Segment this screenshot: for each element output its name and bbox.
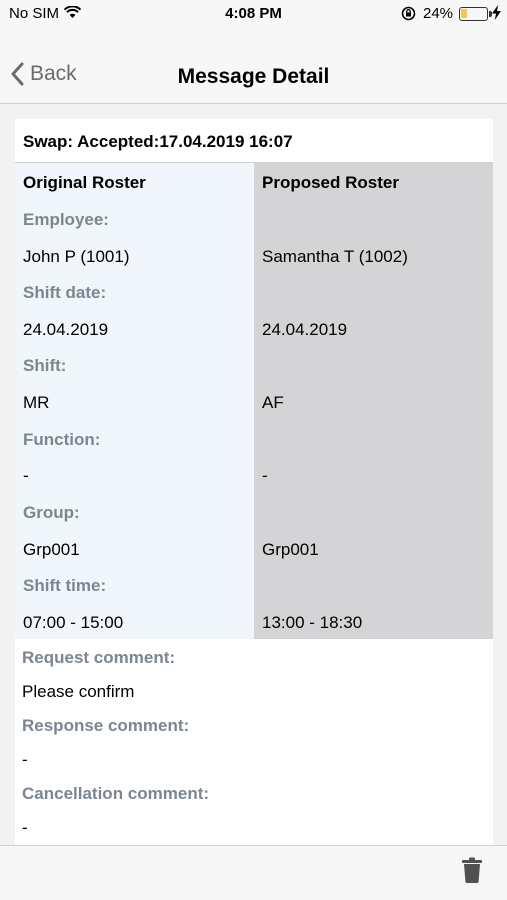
proposed-group-value: Grp001 (262, 540, 319, 559)
battery-icon (459, 7, 492, 21)
cancellation-comment-value: - (22, 818, 28, 837)
proposed-function-value: - (262, 466, 268, 485)
original-shift-value: MR (23, 393, 50, 412)
request-comment-label: Request comment: (22, 648, 176, 667)
proposed-roster-column: Proposed Roster Samantha T (1002) 24.04.… (254, 163, 493, 639)
page-title: Message Detail (177, 65, 330, 88)
original-roster-column: Original Roster Employee: John P (1001) … (15, 163, 254, 639)
navigation-bar: Back Message Detail (0, 28, 507, 104)
original-shift-time-value: 07:00 - 15:00 (23, 613, 124, 632)
request-comment-value: Please confirm (22, 682, 135, 701)
status-bar: No SIM 4:08 PM 24% (0, 0, 507, 28)
battery-percent: 24% (423, 5, 454, 22)
shift-date-label: Shift date: (23, 283, 107, 302)
proposed-roster-heading: Proposed Roster (262, 173, 399, 192)
proposed-shift-time-value: 13:00 - 18:30 (262, 613, 363, 632)
group-label: Group: (23, 503, 80, 522)
proposed-employee-value: Samantha T (1002) (262, 247, 408, 266)
response-comment-label: Response comment: (22, 716, 190, 735)
original-group-value: Grp001 (23, 540, 80, 559)
message-card: Swap: Accepted:17.04.2019 16:07 Original… (15, 119, 493, 845)
original-shift-date-value: 24.04.2019 (23, 320, 109, 339)
employee-label: Employee: (23, 210, 109, 229)
shift-label: Shift: (23, 356, 67, 375)
trash-icon[interactable] (461, 857, 483, 888)
proposed-shift-value: AF (262, 393, 284, 412)
function-label: Function: (23, 430, 101, 449)
proposed-shift-date-value: 24.04.2019 (262, 320, 348, 339)
roster-comparison: Original Roster Employee: John P (1001) … (15, 163, 493, 639)
orientation-lock-icon (401, 6, 416, 25)
original-function-value: - (23, 466, 29, 485)
response-comment-value: - (22, 750, 28, 769)
cancellation-comment-label: Cancellation comment: (22, 784, 210, 803)
original-employee-value: John P (1001) (23, 247, 130, 266)
charging-bolt-icon (492, 5, 501, 24)
original-roster-heading: Original Roster (23, 173, 146, 192)
shift-time-label: Shift time: (23, 576, 107, 595)
message-header: Swap: Accepted:17.04.2019 16:07 (15, 119, 493, 163)
bottom-toolbar (0, 845, 507, 900)
comments-section: Request comment: Please confirm Response… (15, 639, 493, 845)
